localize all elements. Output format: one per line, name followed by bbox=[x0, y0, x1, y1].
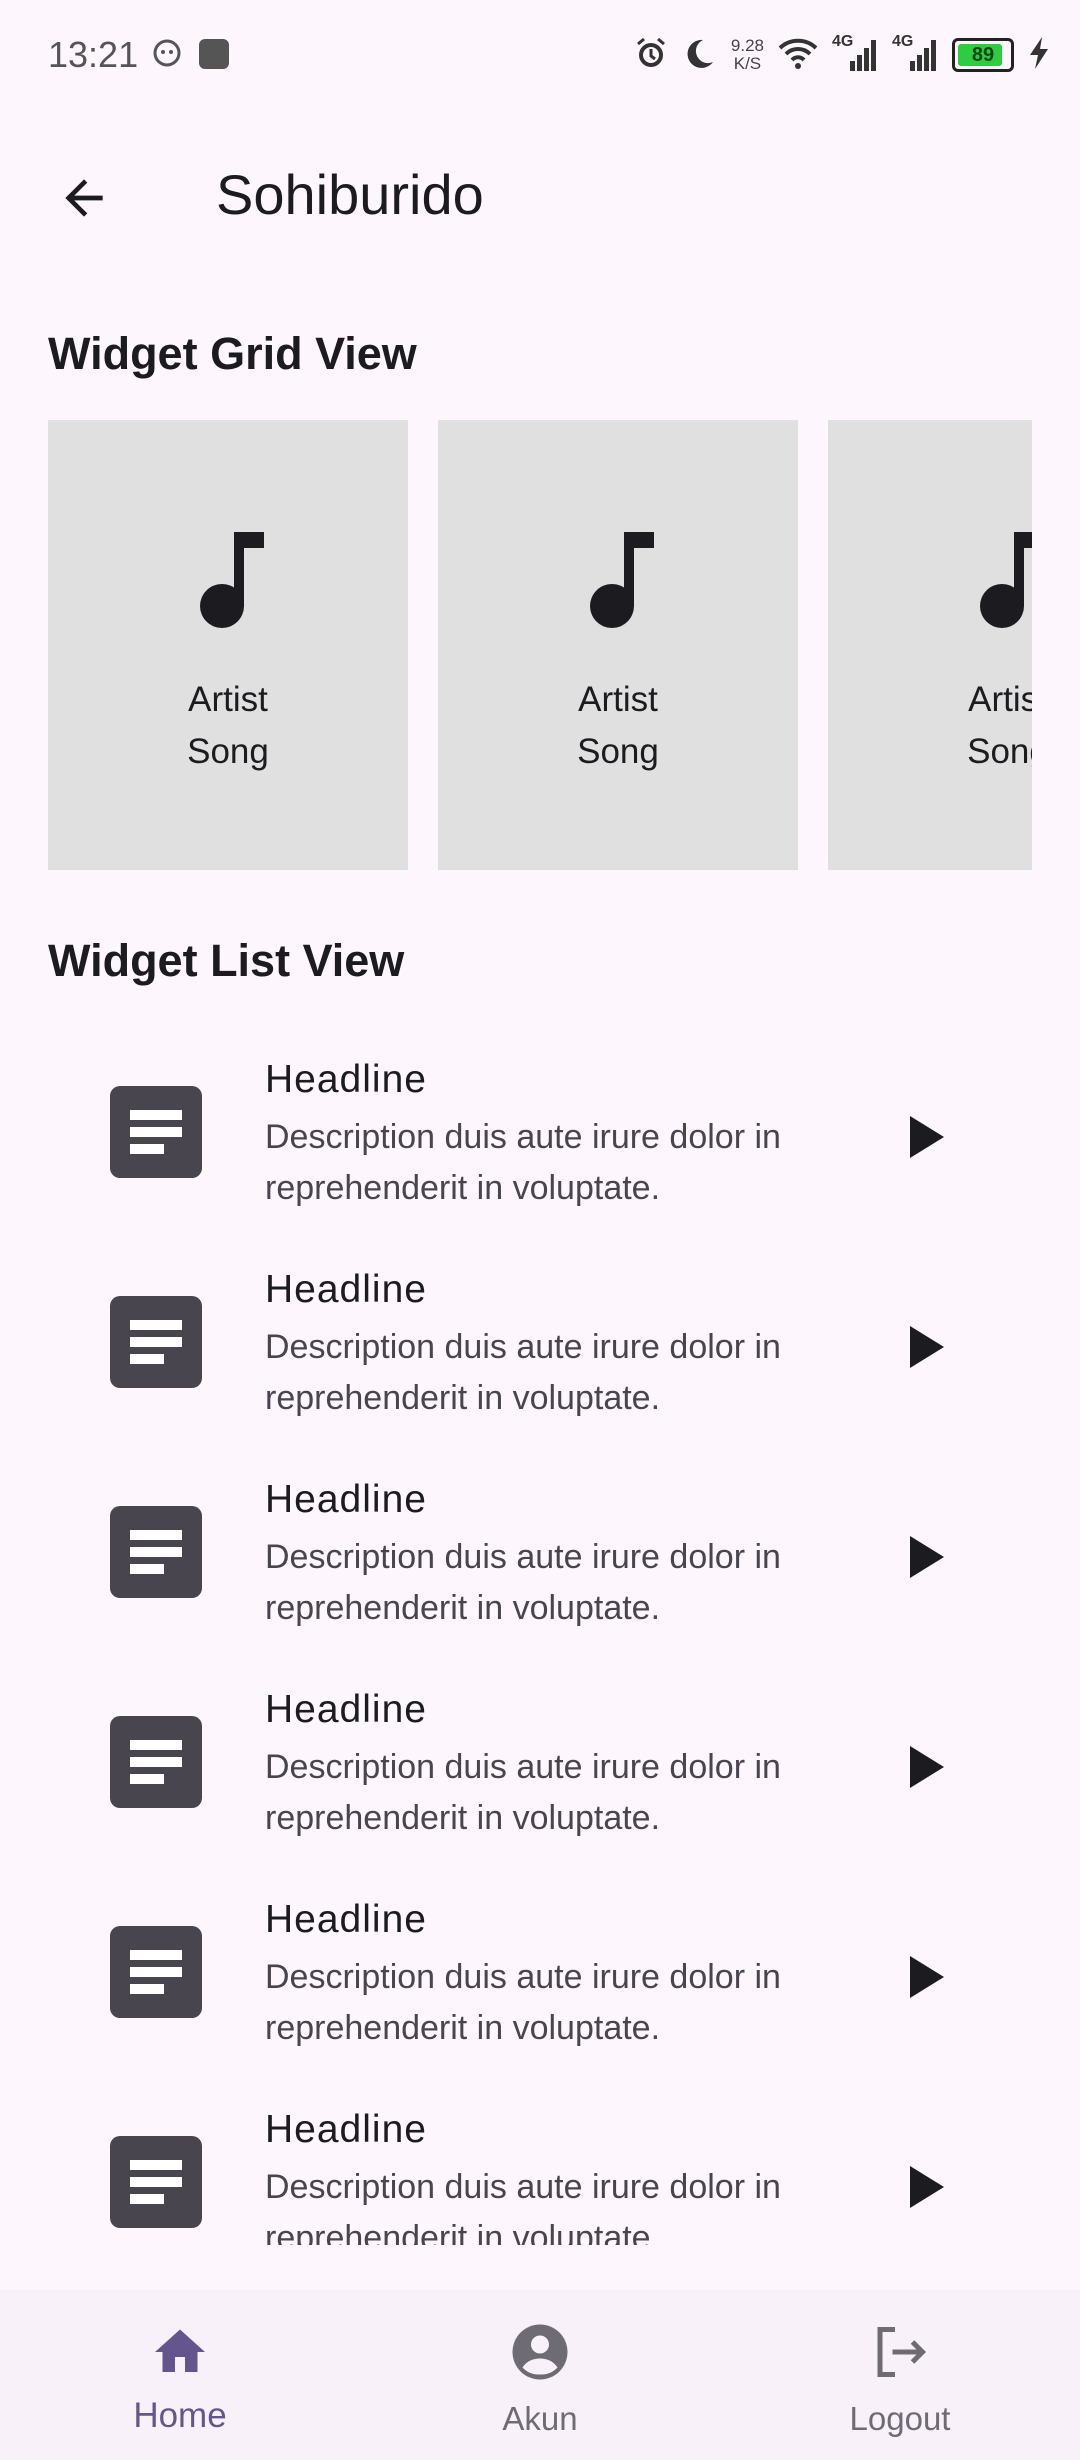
grid-card-song: Song bbox=[967, 732, 1032, 771]
list-item-headline: Headline bbox=[265, 1688, 427, 1731]
nav-item-logout[interactable]: Logout bbox=[720, 2290, 1080, 2460]
account-circle-icon bbox=[512, 2324, 568, 2380]
play-arrow-icon[interactable] bbox=[900, 1320, 954, 1374]
article-icon bbox=[110, 2136, 202, 2228]
article-icon bbox=[110, 1926, 202, 2018]
wifi-icon bbox=[778, 36, 818, 75]
grid-card-artist: Artist bbox=[188, 680, 268, 719]
grid-card-song: Song bbox=[187, 732, 269, 771]
grid-card[interactable]: Artist Song bbox=[438, 420, 798, 870]
play-arrow-icon[interactable] bbox=[900, 2160, 954, 2214]
list-item-description: Description duis aute irure dolor in rep… bbox=[265, 2168, 781, 2245]
signal-icon-1: 4G bbox=[832, 33, 878, 73]
list-item-headline: Headline bbox=[265, 2108, 427, 2151]
page-title: Sohiburido bbox=[216, 163, 484, 226]
alarm-icon bbox=[633, 35, 669, 76]
battery-level: 89 bbox=[971, 43, 995, 66]
arrow-back-icon bbox=[65, 179, 103, 217]
play-arrow-icon[interactable] bbox=[900, 1110, 954, 1164]
nav-item-home[interactable]: Home bbox=[0, 2290, 360, 2460]
list-item-description: Description duis aute irure dolor in rep… bbox=[265, 1958, 781, 2047]
article-icon bbox=[110, 1296, 202, 1388]
nav-label-home: Home bbox=[133, 2396, 227, 2435]
article-icon bbox=[110, 1716, 202, 1808]
list-item[interactable]: Headline Description duis aute irure dol… bbox=[0, 1870, 1080, 2080]
music-note-icon bbox=[590, 532, 654, 628]
article-icon bbox=[110, 1506, 202, 1598]
list-item-headline: Headline bbox=[265, 1268, 427, 1311]
home-icon bbox=[155, 2329, 205, 2372]
list-item-headline: Headline bbox=[265, 1058, 427, 1101]
grid-section-title: Widget Grid View bbox=[48, 328, 417, 379]
list-item-description: Description duis aute irure dolor in rep… bbox=[265, 1328, 781, 1417]
play-arrow-icon[interactable] bbox=[900, 1740, 954, 1794]
grid-view[interactable]: Artist Song Artist Song Artist Song bbox=[48, 420, 1032, 870]
music-note-icon bbox=[980, 532, 1032, 628]
app-bar: Sohiburido bbox=[0, 120, 1080, 260]
list-item[interactable]: Headline Description duis aute irure dol… bbox=[0, 1030, 1080, 1240]
moon-icon bbox=[683, 36, 717, 75]
list-item-description: Description duis aute irure dolor in rep… bbox=[265, 1538, 781, 1627]
net-speed: 9.28 K/S bbox=[731, 37, 764, 73]
list-item[interactable]: Headline Description duis aute irure dol… bbox=[0, 1240, 1080, 1450]
grid-card-text: Artist Song bbox=[828, 674, 1032, 778]
nav-label-akun: Akun bbox=[502, 2400, 578, 2437]
bottom-navigation: Home Akun Logout bbox=[0, 2290, 1080, 2460]
play-arrow-icon[interactable] bbox=[900, 1950, 954, 2004]
list-item[interactable]: Headline Description duis aute irure dol… bbox=[0, 1660, 1080, 1870]
list-item[interactable]: Headline Description duis aute irure dol… bbox=[0, 2080, 1080, 2245]
list-item-headline: Headline bbox=[265, 1898, 427, 1941]
signal-label-1: 4G bbox=[832, 33, 854, 50]
grid-card-artist: Artist bbox=[968, 680, 1032, 719]
grid-card-song: Song bbox=[577, 732, 659, 771]
back-button[interactable] bbox=[46, 160, 122, 236]
nav-label-logout: Logout bbox=[849, 2400, 951, 2437]
net-speed-unit: K/S bbox=[733, 54, 762, 73]
music-note-icon bbox=[200, 532, 264, 628]
logout-icon bbox=[877, 2327, 927, 2377]
app-notification-icon bbox=[198, 38, 230, 75]
list-item-headline: Headline bbox=[265, 1478, 427, 1521]
battery-icon: 89 bbox=[952, 38, 1014, 72]
nav-item-akun[interactable]: Akun bbox=[360, 2290, 720, 2460]
article-icon bbox=[110, 1086, 202, 1178]
signal-label-2: 4G bbox=[892, 33, 914, 50]
grid-card-artist: Artist bbox=[578, 680, 658, 719]
face-icon bbox=[152, 38, 182, 73]
list-item-description: Description duis aute irure dolor in rep… bbox=[265, 1118, 781, 1207]
net-speed-value: 9.28 bbox=[730, 36, 764, 55]
list-item-description: Description duis aute irure dolor in rep… bbox=[265, 1748, 781, 1837]
grid-card[interactable]: Artist Song bbox=[48, 420, 408, 870]
list-view[interactable]: Headline Description duis aute irure dol… bbox=[0, 1030, 1080, 2245]
status-time: 13:21 bbox=[48, 34, 139, 75]
list-item[interactable]: Headline Description duis aute irure dol… bbox=[0, 1450, 1080, 1660]
status-icons: 9.28 K/S 4G 4G 89 bbox=[633, 30, 1050, 80]
signal-icon-2: 4G bbox=[892, 33, 938, 73]
grid-card[interactable]: Artist Song bbox=[828, 420, 1032, 870]
grid-card-text: Artist Song bbox=[48, 674, 408, 778]
charging-icon bbox=[1028, 36, 1050, 75]
grid-card-text: Artist Song bbox=[438, 674, 798, 778]
status-bar: 13:21 9.28 K/S 4G 4G 89 bbox=[0, 0, 1080, 110]
list-section-title: Widget List View bbox=[48, 935, 405, 986]
play-arrow-icon[interactable] bbox=[900, 1530, 954, 1584]
